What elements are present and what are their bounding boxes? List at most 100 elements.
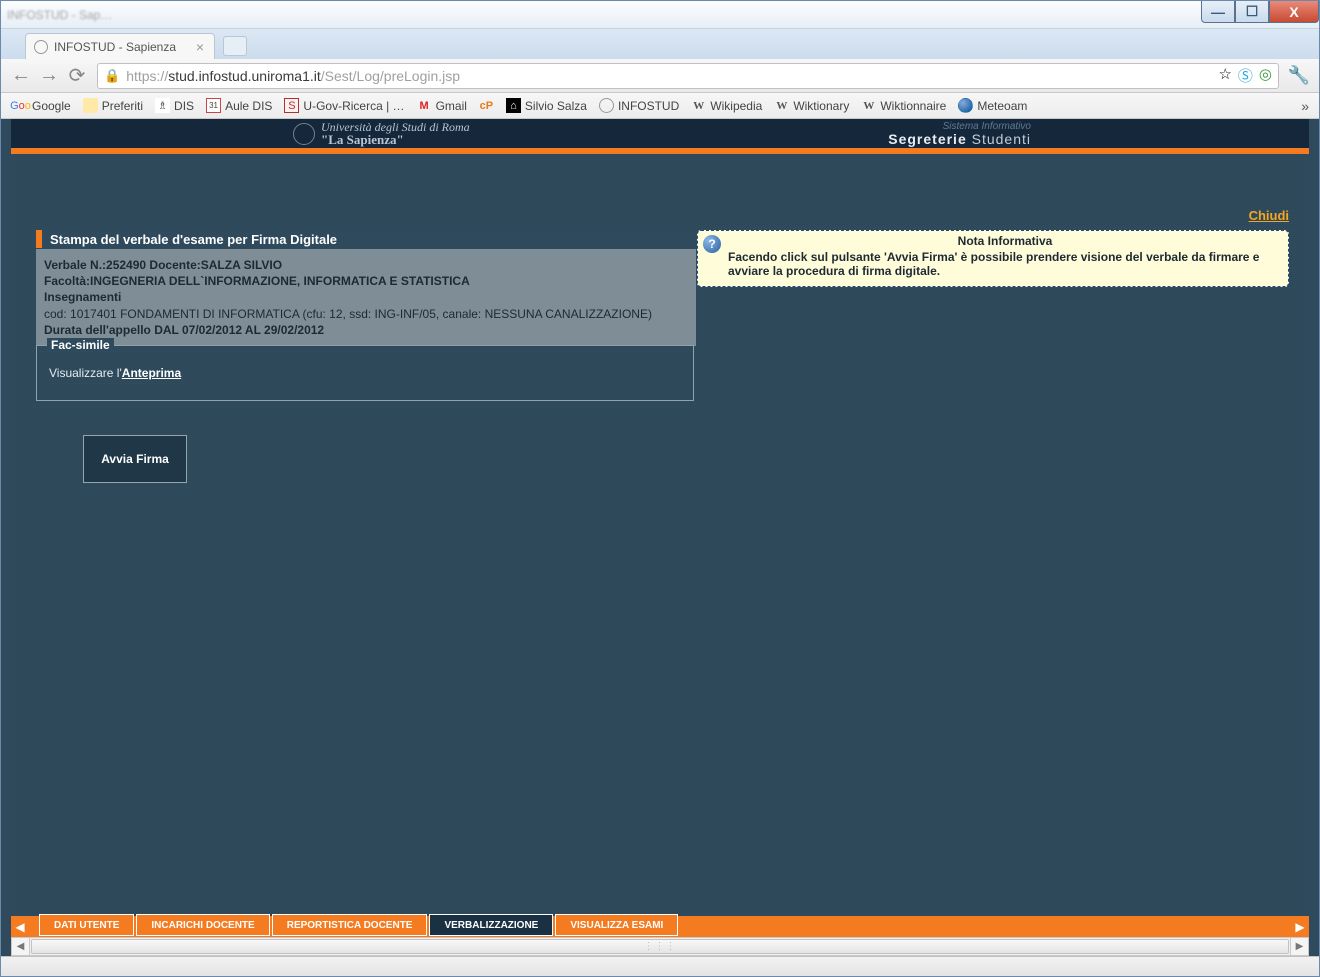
tab-strip: INFOSTUD - Sapienza × [1,29,1319,59]
url-path: /Sest/Log/preLogin.jsp [321,68,460,84]
maximize-button[interactable]: ☐ [1235,1,1269,23]
gmail-icon: M [417,98,432,113]
bookmark-INFOSTUD[interactable]: INFOSTUD [593,96,685,115]
minimize-button[interactable]: — [1201,1,1235,23]
help-icon: ? [703,235,721,253]
meteo-icon [958,98,973,113]
scroll-thumb[interactable]: ⋮⋮⋮ [31,939,1289,954]
bookmark-U-Gov-Ricerca | …[interactable]: S U-Gov-Ricerca | … [278,96,410,115]
bookmark-label: U-Gov-Ricerca | … [303,99,404,113]
bottom-tab-visualizza-esami[interactable]: VISUALIZZA ESAMI [555,914,678,936]
bookmark-star-icon[interactable]: ☆ [1218,65,1231,86]
bookmark-label: Aule DIS [225,99,272,113]
accent-bar [36,230,42,248]
fac-text: Visualizzare l' [49,366,122,380]
bookmark-label: DIS [174,99,194,113]
bookmark-Aule DIS[interactable]: 31 Aule DIS [200,96,278,115]
seal-icon [293,123,315,145]
site-header: Università degli Studi di Roma "La Sapie… [11,119,1309,148]
close-window-button[interactable]: X [1269,1,1319,23]
wrench-menu-icon[interactable]: 🔧 [1285,65,1313,86]
bottom-nav: ◀ DATI UTENTEINCARICHI DOCENTEREPORTISTI… [11,916,1309,937]
tab-title: INFOSTUD - Sapienza [54,40,176,54]
nota-informativa: ? Nota Informativa Facendo click sul pul… [697,230,1289,287]
bookmark-label: Wiktionary [793,99,849,113]
bookmark-label: Wikipedia [710,99,762,113]
bookmark-Wiktionary[interactable]: W Wiktionary [768,96,855,115]
sis-info: Sistema Informativo Segreterie Studenti [888,122,1031,146]
section-title: Stampa del verbale d'esame per Firma Dig… [36,229,699,249]
sis-row2a: Segreterie [888,131,966,147]
bottom-nav-left[interactable]: ◀ [11,916,29,937]
bookmark-Wiktionnaire[interactable]: W Wiktionnaire [855,96,952,115]
fac-content: Visualizzare l'Anteprima [37,346,693,380]
cp-icon: cP [479,98,494,113]
bookmarks-bar: Goo Google Preferiti ♗ DIS 31 Aule DIS S U-Gov-R… [1,93,1319,119]
info-line1: Verbale N.:252490 Docente:SALZA SILVIO [44,258,282,272]
ugov-icon: S [284,98,299,113]
bookmark-Wikipedia[interactable]: W Wikipedia [685,96,768,115]
browser-tab[interactable]: INFOSTUD - Sapienza × [25,33,215,59]
bookmarks-overflow[interactable]: » [1291,98,1319,114]
page-viewport: Università degli Studi di Roma "La Sapie… [1,119,1319,956]
bottom-nav-right[interactable]: ▶ [1291,916,1309,937]
bookmark-label: Gmail [436,99,467,113]
anteprima-link[interactable]: Anteprima [122,366,181,380]
status-bar [1,956,1319,976]
scroll-left-button[interactable]: ◀ [12,938,30,955]
wiki-icon: W [691,98,706,113]
uni-row2: "La Sapienza" [321,133,470,146]
h-scrollbar[interactable]: ◀ ⋮⋮⋮ ▶ [11,937,1309,956]
bookmark-DIS[interactable]: ♗ DIS [149,96,200,115]
url-proto: https:// [126,68,168,84]
ext-icon[interactable]: ◎ [1259,65,1272,86]
dis-icon: ♗ [155,98,170,113]
avvia-firma-button[interactable]: Avvia Firma [83,435,187,483]
info-line4: cod: 1017401 FONDAMENTI DI INFORMATICA (… [44,306,688,322]
bookmark-label: Wiktionnaire [880,99,946,113]
bookmark-Preferiti[interactable]: Preferiti [77,96,149,115]
url-domain: stud.infostud.uniroma1.it [168,68,321,84]
section-title-text: Stampa del verbale d'esame per Firma Dig… [50,232,337,247]
globe-icon [599,98,614,113]
bookmark-label: Silvio Salza [525,99,587,113]
back-button[interactable]: ← [7,62,35,90]
fac-simile-box: Fac-simile Visualizzare l'Anteprima [36,345,694,401]
google-icon: Goo [13,98,28,113]
bottom-tab-dati-utente[interactable]: DATI UTENTE [39,914,134,936]
bookmark-Google[interactable]: Goo Google [7,96,77,115]
skype-icon[interactable]: Ⓢ [1238,65,1253,86]
close-tab-icon[interactable]: × [196,39,204,55]
verbale-info: Verbale N.:252490 Docente:SALZA SILVIO F… [36,249,696,346]
uni-logo: Università degli Studi di Roma "La Sapie… [293,121,470,146]
header-accent [11,148,1309,154]
os-title: INFOSTUD - Sap… [7,8,112,22]
info-line5: Durata dell'appello DAL 07/02/2012 AL 29… [44,323,324,337]
new-tab-button[interactable] [223,36,247,56]
nota-body: Facendo click sul pulsante 'Avvia Firma'… [728,250,1259,278]
bottom-tab-reportistica-docente[interactable]: REPORTISTICA DOCENTE [272,914,428,936]
sis-row2b: Studenti [972,131,1031,147]
bookmark-label: Preferiti [102,99,143,113]
scroll-right-button[interactable]: ▶ [1290,938,1308,955]
bookmark-Silvio Salza[interactable]: ⌂ Silvio Salza [500,96,593,115]
bookmark-Gmail[interactable]: M Gmail [411,96,473,115]
address-bar[interactable]: 🔒 https:// stud.infostud.uniroma1.it /Se… [97,63,1279,89]
bookmark-cp[interactable]: cP [473,96,500,115]
bookmark-Meteoam[interactable]: Meteoam [952,96,1033,115]
chiudi-link[interactable]: Chiudi [1249,208,1289,223]
nota-title: Nota Informativa [728,234,1282,248]
bottom-tab-verbalizzazione[interactable]: VERBALIZZAZIONE [429,914,553,936]
wifi-icon: ⌂ [506,98,521,113]
forward-button[interactable]: → [35,62,63,90]
wiki-icon: W [861,98,876,113]
wiki-icon: W [774,98,789,113]
bookmark-label: Google [32,99,71,113]
info-line2: Facoltà:INGEGNERIA DELL`INFORMAZIONE, IN… [44,274,470,288]
bottom-tab-incarichi-docente[interactable]: INCARICHI DOCENTE [136,914,269,936]
folder-icon [83,98,98,113]
reload-button[interactable]: ⟳ [63,62,91,90]
calendar-icon: 31 [206,98,221,113]
browser-toolbar: ← → ⟳ 🔒 https:// stud.infostud.uniroma1.… [1,59,1319,93]
lock-icon: 🔒 [104,68,120,84]
